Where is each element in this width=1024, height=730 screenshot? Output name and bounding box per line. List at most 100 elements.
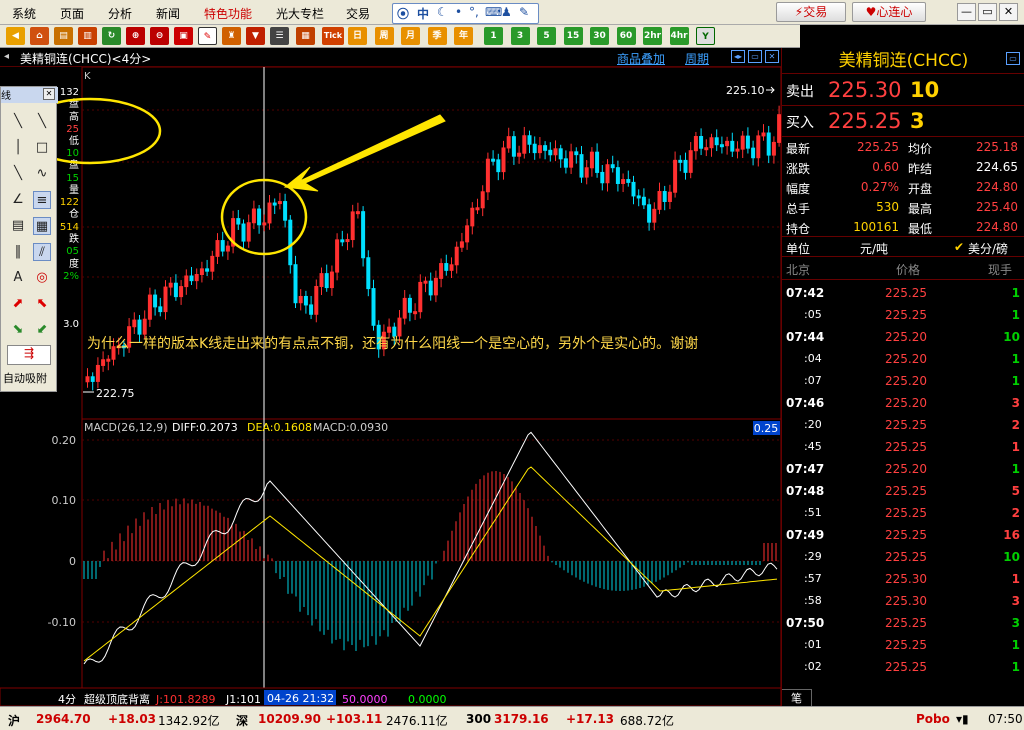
chart-area[interactable]: ◂ 美精铜连(CHCC)<4分> 商品叠加 周期 ◂▸ ▭ ✕ K225.102… <box>0 48 781 706</box>
ray-icon[interactable]: ╲ <box>33 113 51 131</box>
arrow-sw-icon[interactable]: ⬋ <box>33 321 51 339</box>
punct-icon[interactable]: °, <box>469 5 479 19</box>
wave-icon[interactable]: ∿ <box>33 165 51 183</box>
tick-time: :51 <box>804 506 822 519</box>
period-button-12[interactable]: 4hr <box>670 27 689 45</box>
close-chart-icon[interactable]: ✕ <box>765 50 779 63</box>
period-button-4[interactable]: 年 <box>454 27 473 45</box>
ime-bar[interactable]: ⦿ 中 ☾ • °, ⌨ ♟ ✎ <box>392 3 539 24</box>
circle-icon[interactable]: ◎ <box>33 269 51 287</box>
candle-body <box>689 151 692 173</box>
macd-name: MACD(26,12,9) <box>84 421 168 434</box>
candle-body <box>91 377 94 382</box>
period-button-5[interactable]: 1 <box>484 27 503 45</box>
down-arrow-icon[interactable]: ⬉ <box>33 295 51 313</box>
candle-body <box>263 223 266 225</box>
period-button-1[interactable]: 周 <box>375 27 394 45</box>
user-icon[interactable]: ♟ <box>501 5 512 19</box>
grid-icon[interactable]: ▤ <box>9 217 27 235</box>
panel-toggle-icon[interactable]: ▭ <box>1006 52 1020 65</box>
period-button-11[interactable]: 2hr <box>643 27 662 45</box>
menu-system[interactable]: 系统 <box>12 5 36 22</box>
candle-body <box>102 360 105 366</box>
tick-price: 225.25 <box>877 440 927 454</box>
period-button-6[interactable]: 3 <box>511 27 530 45</box>
chart-icon[interactable]: ▥ <box>78 27 97 45</box>
moon-icon[interactable]: ☾ <box>437 5 448 19</box>
zoom-out-icon[interactable]: ⊖ <box>150 27 169 45</box>
panel-close-icon[interactable]: ✕ <box>43 88 55 100</box>
currency-label[interactable]: 美分/磅 <box>968 240 1008 257</box>
back-icon[interactable]: ◀ <box>6 27 25 45</box>
menu-features[interactable]: 特色功能 <box>204 5 252 22</box>
candle-body <box>710 138 713 148</box>
period-button-8[interactable]: 15 <box>564 27 583 45</box>
period-button-0[interactable]: 日 <box>348 27 367 45</box>
menu-trade[interactable]: 交易 <box>346 5 370 22</box>
seg-icon[interactable]: ╲ <box>9 165 27 183</box>
ime-chinese[interactable]: 中 <box>417 5 429 22</box>
pen-icon[interactable]: ✎ <box>198 27 217 45</box>
side-value: 盘 <box>69 158 79 171</box>
prev-icon[interactable]: ◂▸ <box>731 50 745 63</box>
candle-body <box>221 241 224 251</box>
rect-icon[interactable]: □ <box>33 139 51 157</box>
up-arrow-icon[interactable]: ⬈ <box>9 295 27 313</box>
quote-label-2-1: 开盘 <box>908 180 932 197</box>
period-button-3[interactable]: 季 <box>428 27 447 45</box>
macd-axis-label: 0 <box>69 555 76 568</box>
fan-icon[interactable]: ⫽ <box>33 243 51 261</box>
line-icon[interactable]: ╲ <box>9 113 27 131</box>
close-button[interactable]: ✕ <box>999 3 1018 21</box>
back-icon[interactable]: ◂ <box>4 51 9 62</box>
hat-icon[interactable]: ♜ <box>222 27 241 45</box>
auto-snap-label[interactable]: 自动吸附 <box>3 370 47 386</box>
refresh-icon[interactable]: ↻ <box>102 27 121 45</box>
vline-icon[interactable]: │ <box>9 139 27 157</box>
candle-body <box>429 281 432 295</box>
channel-icon[interactable]: ≡ <box>33 191 51 209</box>
minimize-button[interactable]: — <box>957 3 976 21</box>
home-icon[interactable]: ⌂ <box>30 27 49 45</box>
fib-icon[interactable]: ▦ <box>33 217 51 235</box>
xinlian-button[interactable]: ♥心连心 <box>852 2 926 22</box>
tick-tab[interactable]: 笔 <box>782 689 812 706</box>
period-button-13[interactable]: Y <box>696 27 715 45</box>
dot-icon[interactable]: • <box>455 5 462 19</box>
check-icon[interactable]: ✔ <box>954 240 964 254</box>
menu-news[interactable]: 新闻 <box>156 5 180 22</box>
candle-body <box>440 264 443 279</box>
bar-icon[interactable]: ▦ <box>296 27 315 45</box>
period-button-9[interactable]: 30 <box>590 27 609 45</box>
keyboard-icon[interactable]: ⌨ <box>485 5 502 19</box>
overlay-link[interactable]: 商品叠加 <box>617 50 665 67</box>
period-link[interactable]: 周期 <box>685 50 709 67</box>
menu-page[interactable]: 页面 <box>60 5 84 22</box>
menu-analysis[interactable]: 分析 <box>108 5 132 22</box>
angle-icon[interactable]: ∠ <box>9 191 27 209</box>
zoom-icon[interactable]: ▭ <box>748 50 762 63</box>
period-button-2[interactable]: 月 <box>401 27 420 45</box>
period-button-10[interactable]: 60 <box>617 27 636 45</box>
zoom-in-icon[interactable]: ⊕ <box>126 27 145 45</box>
magnet-icon[interactable]: ⇶ <box>7 345 51 365</box>
cycle-icon[interactable]: ‖ <box>9 243 27 261</box>
window-icon[interactable]: ▣ <box>174 27 193 45</box>
tick-button[interactable]: Tick <box>322 27 344 45</box>
candle-body <box>492 159 495 161</box>
trade-button[interactable]: ⚡交易 <box>776 2 846 22</box>
filter-icon[interactable]: ▼ <box>246 27 265 45</box>
text-icon[interactable]: A <box>9 269 27 287</box>
menu-column[interactable]: 光大专栏 <box>276 5 324 22</box>
candle-body <box>148 295 151 319</box>
list-icon[interactable]: ☰ <box>270 27 289 45</box>
candle-body <box>674 160 677 192</box>
wrench-icon[interactable]: ✎ <box>519 5 529 19</box>
tick-row: 07:42225.251 <box>782 282 1024 304</box>
chart-canvas[interactable]: K225.10222.75132盘高25低10盘15量122仓514跌05度2%… <box>0 67 781 706</box>
arrow-se-icon[interactable]: ⬊ <box>9 321 27 339</box>
maximize-button[interactable]: ▭ <box>978 3 997 21</box>
period-button-7[interactable]: 5 <box>537 27 556 45</box>
db-icon[interactable]: ▤ <box>54 27 73 45</box>
tick-volume: 3 <box>942 396 1020 410</box>
